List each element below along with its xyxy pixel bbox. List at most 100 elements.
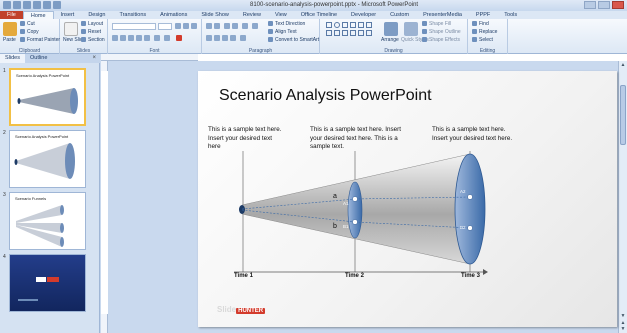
change-case-icon[interactable] — [164, 35, 170, 41]
shape-rectangle-icon[interactable] — [326, 22, 332, 28]
tab-developer[interactable]: Developer — [344, 11, 383, 19]
redo-icon[interactable] — [33, 1, 41, 9]
tab-outline[interactable]: Outline — [25, 54, 52, 63]
select-button[interactable]: Select — [472, 37, 493, 44]
justify-icon[interactable] — [230, 35, 236, 41]
undo-icon[interactable] — [23, 1, 31, 9]
panel-close-icon[interactable]: × — [92, 55, 96, 61]
text-direction-button[interactable]: Text Direction — [268, 21, 305, 28]
app-icon[interactable] — [3, 1, 11, 9]
scrollbar-thumb[interactable] — [620, 85, 626, 145]
font-name-box[interactable] — [112, 23, 156, 30]
scroll-down-icon[interactable]: ▼ — [620, 313, 626, 319]
new-slide-icon[interactable] — [64, 22, 78, 36]
scroll-up-icon[interactable]: ▲ — [620, 62, 626, 68]
shape-more-icon[interactable] — [366, 30, 372, 36]
tab-office-timeline[interactable]: Office Timeline — [294, 11, 344, 19]
arrange-button[interactable]: Arrange — [381, 37, 399, 44]
underline-icon[interactable] — [128, 35, 134, 41]
tab-transitions[interactable]: Transitions — [112, 11, 153, 19]
layout-button[interactable]: Layout — [81, 21, 103, 28]
paste-button[interactable]: Paste — [3, 37, 16, 44]
next-slide-icon[interactable]: ▼ — [620, 326, 626, 332]
tab-slide-show[interactable]: Slide Show — [194, 11, 236, 19]
reset-button[interactable]: Reset — [81, 29, 101, 36]
shape-triangle-icon[interactable] — [358, 22, 364, 28]
slide-thumbnail-2[interactable]: Scenario Analysis PowerPoint — [9, 130, 86, 188]
label-b1: B1 — [343, 224, 349, 229]
customize-qat-icon[interactable] — [53, 1, 61, 9]
char-spacing-icon[interactable] — [154, 35, 160, 41]
convert-smartart-button[interactable]: Convert to SmartArt — [268, 37, 319, 44]
shape-oval-icon[interactable] — [334, 22, 340, 28]
shrink-font-icon[interactable] — [183, 23, 189, 29]
cut-button[interactable]: Cut — [20, 21, 35, 28]
slide-title[interactable]: Scenario Analysis PowerPoint — [219, 87, 432, 105]
arrange-icon[interactable] — [384, 22, 398, 36]
print-icon[interactable] — [43, 1, 51, 9]
minimize-button[interactable] — [584, 1, 596, 9]
shape-outline-button[interactable]: Shape Outline — [422, 29, 461, 36]
slide-thumbnail-1[interactable]: Scenario Analysis PowerPoint — [9, 68, 86, 126]
tab-animations[interactable]: Animations — [153, 11, 194, 19]
shape-line-icon[interactable] — [342, 22, 348, 28]
bold-icon[interactable] — [112, 35, 118, 41]
align-right-icon[interactable] — [222, 35, 228, 41]
grow-font-icon[interactable] — [175, 23, 181, 29]
vertical-ruler — [101, 61, 108, 333]
strikethrough-icon[interactable] — [136, 35, 142, 41]
section-button[interactable]: Section — [81, 37, 105, 44]
shape-callout-icon[interactable] — [342, 30, 348, 36]
distribute-icon[interactable] — [240, 35, 246, 41]
shape-hexagon-icon[interactable] — [334, 30, 340, 36]
decrease-indent-icon[interactable] — [224, 23, 230, 29]
columns-icon[interactable] — [252, 23, 258, 29]
shadow-icon[interactable] — [144, 35, 150, 41]
text-block-2[interactable]: This is a sample text here. Insert your … — [310, 126, 406, 152]
align-left-icon[interactable] — [206, 35, 212, 41]
shape-brace-icon[interactable] — [350, 30, 356, 36]
shape-pentagon-icon[interactable] — [326, 30, 332, 36]
align-text-button[interactable]: Align Text — [268, 29, 297, 36]
tab-slides[interactable]: Slides — [0, 54, 25, 63]
tab-file[interactable]: File — [0, 11, 23, 19]
save-icon[interactable] — [13, 1, 21, 9]
tab-tools[interactable]: Tools — [497, 11, 524, 19]
numbering-icon[interactable] — [214, 23, 220, 29]
paste-icon[interactable] — [3, 22, 17, 36]
quick-styles-icon[interactable] — [404, 22, 418, 36]
shape-arrow-icon[interactable] — [350, 22, 356, 28]
maximize-button[interactable] — [598, 1, 610, 9]
find-button[interactable]: Find — [472, 21, 489, 28]
text-block-3[interactable]: This is a sample text here. Insert your … — [432, 126, 518, 143]
increase-indent-icon[interactable] — [232, 23, 238, 29]
tab-review[interactable]: Review — [236, 11, 268, 19]
shape-effects-button[interactable]: Shape Effects — [422, 37, 460, 44]
tab-home[interactable]: Home — [22, 11, 54, 19]
font-size-box[interactable] — [158, 23, 172, 30]
tab-design[interactable]: Design — [81, 11, 112, 19]
text-block-1[interactable]: This is a sample text here. Insert your … — [208, 126, 284, 152]
bullets-icon[interactable] — [206, 23, 212, 29]
shape-star-icon[interactable] — [366, 22, 372, 28]
replace-button[interactable]: Replace — [472, 29, 497, 36]
main-slide[interactable]: A1 B1 A2 B2 a b Scenario Analysis PowerP… — [198, 71, 617, 327]
close-button[interactable] — [612, 1, 624, 9]
line-spacing-icon[interactable] — [242, 23, 248, 29]
tab-presentermedia[interactable]: PresenterMedia — [416, 11, 469, 19]
clear-format-icon[interactable] — [191, 23, 197, 29]
tab-pppf[interactable]: PPPF — [469, 11, 497, 19]
italic-icon[interactable] — [120, 35, 126, 41]
slide-thumbnail-4[interactable] — [9, 254, 86, 312]
slide-thumbnail-3[interactable]: Scenario Funnels — [9, 192, 86, 250]
vertical-scrollbar[interactable]: ▲ ▼ ▲ ▼ — [618, 61, 627, 333]
tab-view[interactable]: View — [268, 11, 294, 19]
shape-curve-icon[interactable] — [358, 30, 364, 36]
align-center-icon[interactable] — [214, 35, 220, 41]
font-color-icon[interactable] — [176, 35, 182, 41]
shape-fill-button[interactable]: Shape Fill — [422, 21, 451, 28]
copy-button[interactable]: Copy — [20, 29, 39, 36]
tab-custom[interactable]: Custom — [383, 11, 416, 19]
tab-insert[interactable]: Insert — [54, 11, 82, 19]
format-painter-button[interactable]: Format Painter — [20, 37, 60, 44]
